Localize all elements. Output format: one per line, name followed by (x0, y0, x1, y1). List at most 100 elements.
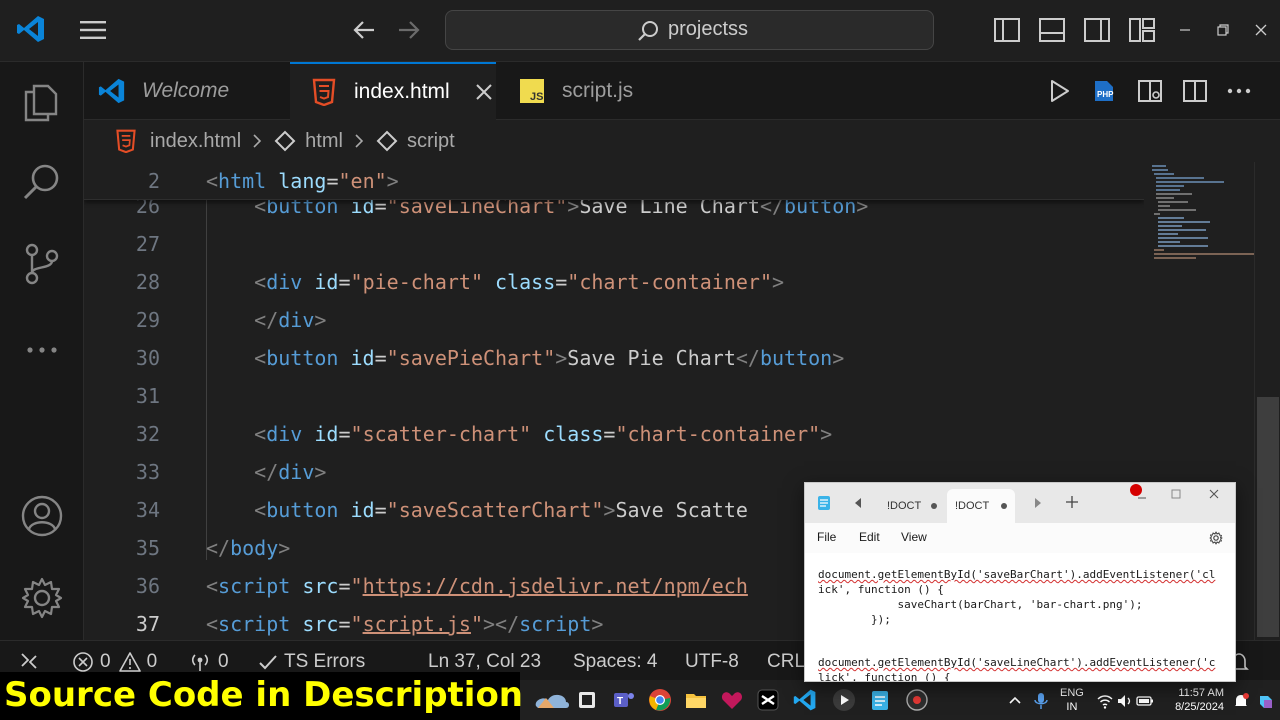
breadcrumb-html[interactable]: html (305, 130, 343, 153)
battery-icon[interactable] (1136, 692, 1154, 710)
scroll-tabs-left-icon[interactable] (853, 497, 863, 509)
vscode-taskbar-icon[interactable] (793, 688, 817, 712)
forward-arrow-icon[interactable] (395, 16, 423, 44)
menu-file[interactable]: File (817, 530, 836, 544)
toggle-secondary-sidebar-icon[interactable] (1083, 17, 1111, 43)
problems-indicator[interactable]: 0 0 (72, 651, 157, 673)
taskview-icon[interactable] (575, 688, 599, 712)
copilot-icon[interactable] (1256, 692, 1276, 712)
code-line[interactable]: 32 <div id="scatter-chart" class="chart-… (84, 415, 1144, 453)
app-heart-icon[interactable] (720, 688, 744, 712)
show-hidden-icons-chevron-icon[interactable] (1006, 692, 1024, 710)
close-window-icon[interactable] (1251, 20, 1271, 40)
more-actions-icon[interactable] (1226, 78, 1252, 104)
restore-icon[interactable] (1213, 20, 1233, 40)
chevron-right-icon (253, 134, 262, 148)
wifi-icon[interactable] (1096, 692, 1114, 710)
code-line[interactable]: 27 (84, 225, 1144, 263)
media-player-icon[interactable] (832, 688, 856, 712)
breadcrumb-file[interactable]: index.html (150, 130, 241, 153)
notification-bell-icon[interactable] (1232, 692, 1250, 710)
activity-bar (0, 62, 84, 640)
notepad-line: ick', function () { (818, 583, 944, 596)
search-icon (638, 21, 658, 41)
notepad-tab[interactable]: !DOCT (879, 489, 945, 523)
notepad-maximize-icon[interactable] (1169, 487, 1183, 501)
region-label: IN (1066, 701, 1078, 713)
notepad-line: document.getElementById('saveBarChart').… (818, 567, 1215, 582)
toggle-panel-icon[interactable] (1038, 17, 1066, 43)
close-tab-icon[interactable] (474, 82, 494, 102)
notepad-settings-gear-icon[interactable] (1209, 531, 1223, 545)
settings-gear-icon[interactable] (20, 576, 64, 620)
menu-edit[interactable]: Edit (859, 530, 880, 544)
encoding-setting[interactable]: UTF-8 (685, 651, 739, 673)
unsaved-dot-icon (931, 503, 938, 509)
scrollbar-thumb[interactable] (1257, 397, 1279, 637)
input-language-indicator[interactable]: ENG IN (1060, 686, 1084, 714)
teams-icon[interactable]: T (612, 688, 636, 712)
ts-errors-indicator[interactable]: TS Errors (258, 651, 365, 673)
line-number: 30 (135, 346, 160, 370)
run-icon[interactable] (1046, 78, 1072, 104)
split-editor-icon[interactable] (1182, 78, 1208, 104)
code-text: <button id="savePieChart">Save Pie Chart… (254, 346, 845, 370)
screen-recorder-icon[interactable] (905, 688, 929, 712)
weather-widget-icon[interactable] (532, 688, 572, 712)
tab-index-html[interactable]: index.html (290, 62, 496, 120)
cursor-position[interactable]: Ln 37, Col 23 (428, 651, 541, 673)
accounts-icon[interactable] (20, 494, 64, 538)
code-text: </body> (206, 536, 291, 560)
microphone-icon[interactable] (1032, 692, 1050, 710)
notepad-close-icon[interactable] (1207, 487, 1221, 501)
indentation-setting[interactable]: Spaces: 4 (573, 651, 658, 673)
remote-icon (21, 653, 37, 669)
volume-icon[interactable] (1116, 692, 1134, 710)
code-line[interactable]: 28 <div id="pie-chart" class="chart-cont… (84, 263, 1144, 301)
notepad-minimize-icon[interactable] (1135, 491, 1149, 505)
notepad-line: saveChart(barChart, 'bar-chart.png'); (818, 598, 1143, 611)
svg-text:PHP: PHP (1097, 90, 1114, 99)
code-line[interactable]: 30 <button id="savePieChart">Save Pie Ch… (84, 339, 1144, 377)
system-clock[interactable]: 11:57 AM 8/25/2024 (1160, 686, 1224, 714)
tab-welcome[interactable]: Welcome (84, 62, 290, 120)
windows-taskbar: T ENG IN 11:57 AM 8/25/2024 (520, 680, 1280, 720)
notepad-taskbar-icon[interactable] (868, 688, 892, 712)
breadcrumb-script[interactable]: script (407, 130, 455, 153)
menu-icon[interactable] (78, 16, 108, 44)
explorer-icon[interactable] (20, 80, 64, 124)
eol-setting[interactable]: CRL (767, 651, 805, 673)
notepad-text-area[interactable]: document.getElementById('saveBarChart').… (805, 553, 1235, 681)
code-text: <html lang="en"> (206, 169, 399, 193)
file-explorer-icon[interactable] (684, 688, 708, 712)
search-icon[interactable] (20, 160, 64, 204)
notepad-window[interactable]: !DOCT !DOCT File Edit View document.getE… (804, 482, 1236, 682)
ts-errors-label: TS Errors (284, 651, 366, 672)
code-line[interactable]: 29 </div> (84, 301, 1144, 339)
open-preview-icon[interactable] (1137, 78, 1163, 104)
editor-scrollbar[interactable] (1254, 162, 1280, 640)
code-line[interactable]: 31 (84, 377, 1144, 415)
toggle-primary-sidebar-icon[interactable] (993, 17, 1021, 43)
minimize-icon[interactable] (1175, 20, 1195, 40)
code-text: </div> (254, 308, 327, 332)
notepad-menu-bar: File Edit View (805, 523, 1235, 553)
more-views-icon[interactable] (20, 328, 64, 372)
notepad-tab-active[interactable]: !DOCT (947, 489, 1016, 523)
command-center-search[interactable]: projectss (445, 10, 934, 50)
customize-layout-icon[interactable] (1128, 17, 1156, 43)
vscode-logo-icon[interactable] (16, 14, 46, 44)
line-number: 29 (135, 308, 160, 332)
back-arrow-icon[interactable] (350, 16, 378, 44)
chrome-icon[interactable] (648, 688, 672, 712)
menu-view[interactable]: View (901, 530, 927, 544)
tab-script-js[interactable]: JS script.js (496, 62, 684, 120)
sticky-scroll-line[interactable]: 2 <html lang="en"> (84, 162, 1144, 200)
ports-indicator[interactable]: 0 (188, 651, 229, 673)
capcut-icon[interactable] (756, 688, 780, 712)
code-text: <div id="pie-chart" class="chart-contain… (254, 270, 785, 294)
new-tab-plus-icon[interactable] (1065, 495, 1079, 509)
php-server-icon[interactable]: PHP (1092, 78, 1118, 104)
source-control-icon[interactable] (20, 242, 64, 286)
scroll-tabs-right-icon[interactable] (1033, 497, 1043, 509)
